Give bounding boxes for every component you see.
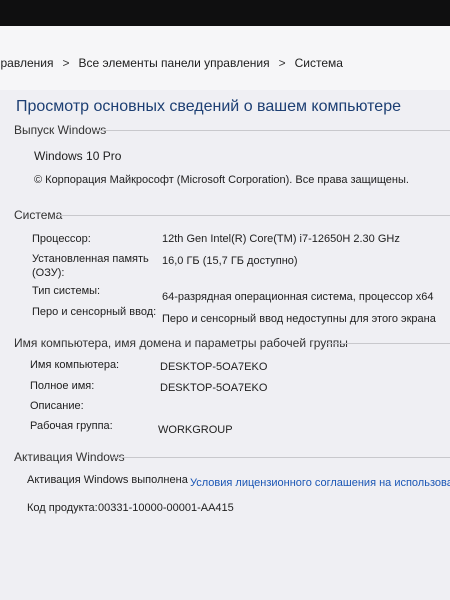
section-divider xyxy=(58,215,450,216)
section-heading: Имя компьютера, имя домена и параметры р… xyxy=(14,336,348,350)
product-key-value: 00331-10000-00001-AA415 xyxy=(98,502,234,514)
activation-status: Активация Windows выполнена xyxy=(27,474,188,486)
section-computer-name: Имя компьютера, имя домена и параметры р… xyxy=(14,336,450,350)
pen-touch-label: Перо и сенсорный ввод: xyxy=(32,306,157,318)
system-type-label: Тип системы: xyxy=(32,285,101,297)
system-type-value: 64-разрядная операционная система, проце… xyxy=(162,291,434,303)
pen-touch-value: Перо и сенсорный ввод недоступны для это… xyxy=(162,313,436,325)
computer-name-label: Имя компьютера: xyxy=(30,359,120,371)
page-title: Просмотр основных сведений о вашем компь… xyxy=(16,98,401,115)
description-label: Описание: xyxy=(30,400,84,412)
license-terms-link[interactable]: Условия лицензионного соглашения на испо… xyxy=(190,477,450,489)
chevron-right-icon[interactable]: > xyxy=(279,56,286,70)
workgroup-label: Рабочая группа: xyxy=(30,420,113,432)
section-heading: Активация Windows xyxy=(14,450,125,464)
ram-value: 16,0 ГБ (15,7 ГБ доступно) xyxy=(162,255,298,267)
section-heading: Система xyxy=(14,208,63,222)
breadcrumb-item-all-control-panel-items[interactable]: Все элементы панели управления xyxy=(78,56,269,70)
section-system: Система xyxy=(14,208,450,222)
product-key-label: Код продукта: xyxy=(27,502,98,514)
section-activation: Активация Windows xyxy=(14,450,450,464)
section-windows-edition: Выпуск Windows xyxy=(14,123,450,137)
ram-label: Установленная память (ОЗУ): xyxy=(32,253,149,279)
chevron-right-icon[interactable]: > xyxy=(62,56,69,70)
breadcrumb-item-control-panel[interactable]: правления xyxy=(0,56,53,70)
breadcrumb-item-system[interactable]: Система xyxy=(295,56,343,70)
full-name-label: Полное имя: xyxy=(30,380,95,392)
section-divider xyxy=(326,343,450,344)
address-bar: правления > Все элементы панели управлен… xyxy=(0,26,450,90)
computer-name-value: DESKTOP-5OA7EKO xyxy=(160,361,268,373)
section-heading: Выпуск Windows xyxy=(14,123,107,137)
processor-value: 12th Gen Intel(R) Core(TM) i7-12650H 2.3… xyxy=(162,233,400,245)
workgroup-value: WORKGROUP xyxy=(158,424,233,436)
full-name-value: DESKTOP-5OA7EKO xyxy=(160,382,268,394)
processor-label: Процессор: xyxy=(32,233,91,245)
breadcrumb: правления > Все элементы панели управлен… xyxy=(0,56,343,70)
system-window: правления > Все элементы панели управлен… xyxy=(0,26,450,600)
section-divider xyxy=(112,457,450,458)
windows-edition-value: Windows 10 Pro xyxy=(34,149,122,163)
copyright-text: © Корпорация Майкрософт (Microsoft Corpo… xyxy=(34,174,409,186)
section-divider xyxy=(96,130,450,131)
